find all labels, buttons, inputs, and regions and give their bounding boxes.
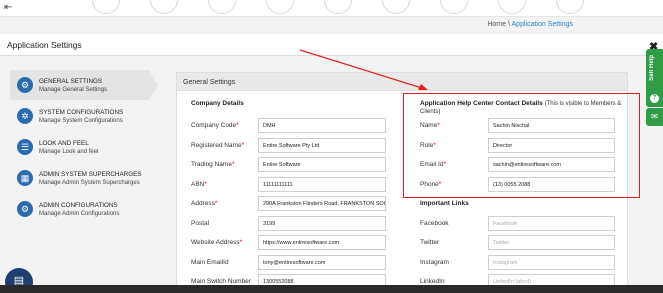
question-icon: ? bbox=[650, 94, 659, 103]
self-help-tab[interactable]: Self Help ? bbox=[646, 49, 663, 107]
bottom-bar bbox=[0, 285, 663, 293]
chat-icon[interactable]: ✉ bbox=[646, 108, 663, 126]
arrow-head bbox=[418, 84, 428, 90]
self-help-label: Self Help bbox=[649, 55, 655, 81]
arrow-line bbox=[299, 49, 423, 89]
annotation-arrow bbox=[299, 49, 428, 90]
